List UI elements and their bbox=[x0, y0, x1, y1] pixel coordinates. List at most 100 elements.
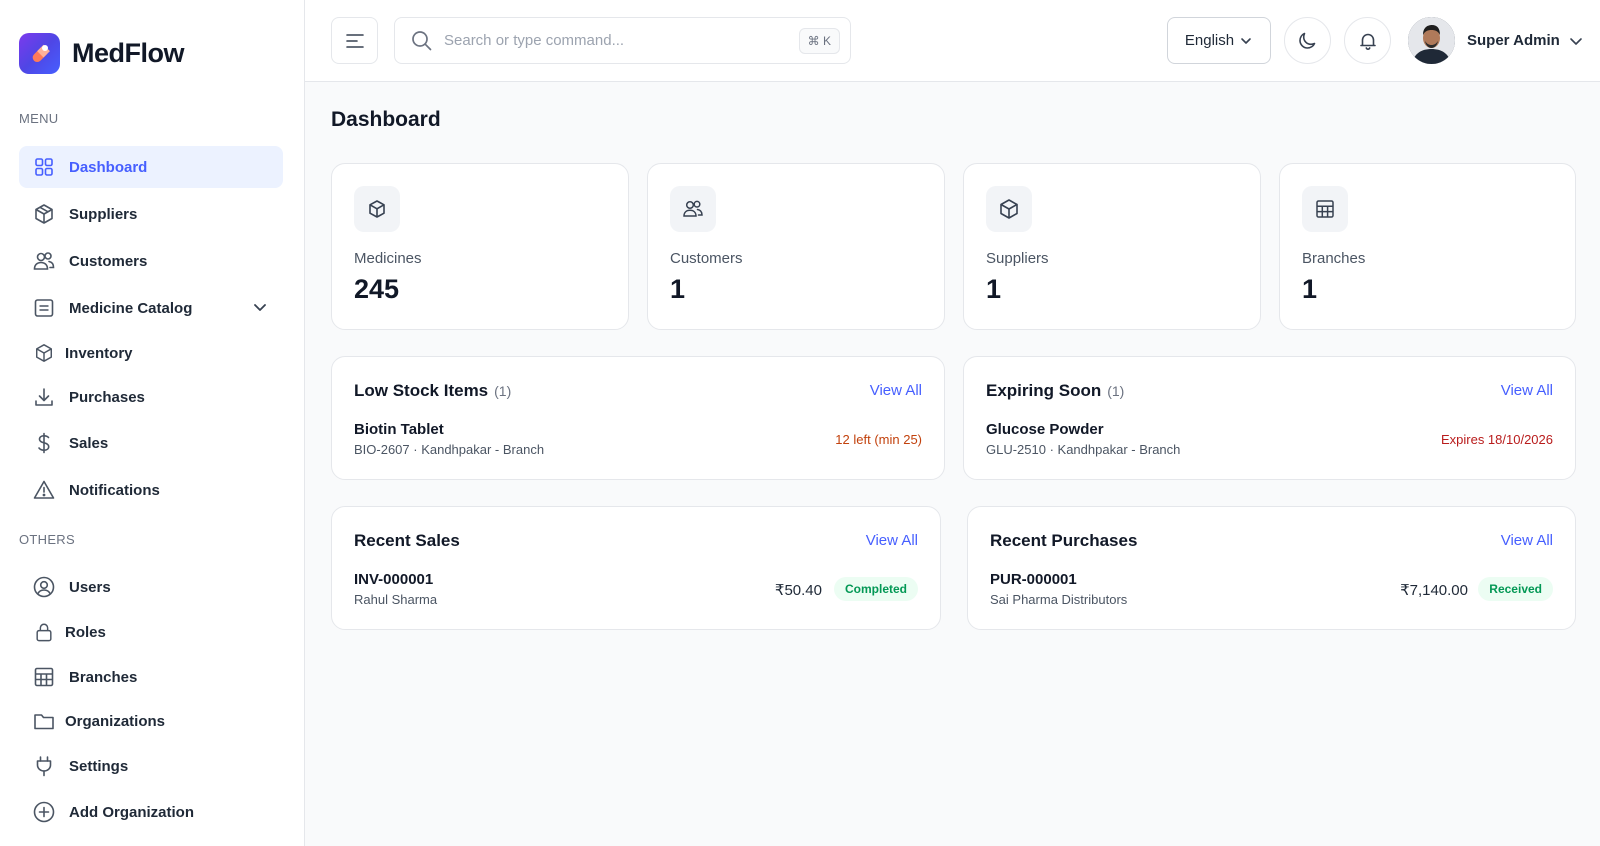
sidebar-item-inventory[interactable]: Inventory bbox=[19, 332, 283, 374]
notifications-button[interactable] bbox=[1344, 17, 1391, 64]
brand[interactable]: MedFlow bbox=[19, 33, 185, 74]
lock-icon bbox=[33, 621, 55, 643]
sidebar-toggle-button[interactable] bbox=[331, 17, 378, 64]
expiring-item-meta: GLU-2510 · Kandhpakar - Branch bbox=[986, 442, 1181, 457]
users-icon bbox=[670, 186, 716, 232]
sidebar-item-dashboard[interactable]: Dashboard bbox=[19, 146, 283, 188]
plus-circle-icon bbox=[33, 801, 55, 823]
expiring-soon-panel: Expiring Soon (1) View All Glucose Powder… bbox=[963, 356, 1576, 480]
box-icon bbox=[33, 203, 55, 225]
sidebar-item-label: Users bbox=[69, 578, 111, 596]
status-badge: Received bbox=[1478, 577, 1553, 601]
theme-toggle-button[interactable] bbox=[1284, 17, 1331, 64]
sidebar-item-users[interactable]: Users bbox=[19, 566, 283, 608]
sidebar-item-label: Add Organization bbox=[69, 803, 194, 821]
search-bar[interactable]: ⌘ K bbox=[394, 17, 851, 64]
low-stock-item-name[interactable]: Biotin Tablet bbox=[354, 421, 444, 438]
user-name: Super Admin bbox=[1467, 32, 1560, 49]
low-stock-title: Low Stock Items bbox=[354, 381, 489, 400]
sidebar-item-customers[interactable]: Customers bbox=[19, 240, 283, 282]
box-icon bbox=[33, 342, 55, 364]
stat-card-customers[interactable]: Customers 1 bbox=[647, 163, 945, 330]
sidebar-item-settings[interactable]: Settings bbox=[19, 745, 283, 787]
sidebar-item-label: Dashboard bbox=[69, 158, 148, 176]
sidebar-item-label: Organizations bbox=[65, 712, 166, 730]
sidebar-item-organizations[interactable]: Organizations bbox=[19, 700, 283, 742]
menu-icon bbox=[345, 33, 364, 48]
sidebar-item-purchases[interactable]: Purchases bbox=[19, 376, 283, 418]
sidebar-item-label: Sales bbox=[69, 434, 109, 452]
expiring-count: (1) bbox=[1107, 383, 1125, 399]
stat-value: 245 bbox=[354, 274, 400, 304]
plug-icon bbox=[33, 755, 55, 777]
low-stock-item-meta: BIO-2607 · Kandhpakar - Branch bbox=[354, 442, 545, 457]
brand-name: MedFlow bbox=[72, 38, 185, 68]
expiring-view-all-link[interactable]: View All bbox=[1501, 382, 1553, 399]
sidebar-item-add-organization[interactable]: Add Organization bbox=[19, 791, 283, 833]
sale-amount: ₹50.40 bbox=[774, 582, 822, 599]
stat-value: 1 bbox=[986, 274, 1002, 304]
stat-card-medicines[interactable]: Medicines 245 bbox=[331, 163, 629, 330]
sale-invoice-number[interactable]: INV-000001 bbox=[354, 571, 433, 588]
top-header: ⌘ K English Super Admin bbox=[305, 0, 1600, 82]
cube-icon bbox=[354, 186, 400, 232]
purchase-invoice-number[interactable]: PUR-000001 bbox=[990, 571, 1077, 588]
sidebar-item-label: Medicine Catalog bbox=[69, 299, 193, 317]
purchase-supplier-name: Sai Pharma Distributors bbox=[990, 592, 1128, 607]
folder-icon bbox=[33, 710, 55, 732]
stat-value: 1 bbox=[1302, 274, 1318, 304]
stat-card-suppliers[interactable]: Suppliers 1 bbox=[963, 163, 1261, 330]
stat-label: Customers bbox=[670, 250, 743, 267]
table-icon bbox=[33, 666, 55, 688]
expiring-item-status: Expires 18/10/2026 bbox=[1440, 432, 1553, 447]
expiring-item-name[interactable]: Glucose Powder bbox=[986, 421, 1104, 438]
sidebar-item-label: Purchases bbox=[69, 388, 145, 406]
grid-icon bbox=[33, 156, 55, 178]
low-stock-count: (1) bbox=[494, 383, 512, 399]
moon-icon bbox=[1298, 31, 1318, 51]
sidebar-item-roles[interactable]: Roles bbox=[19, 611, 283, 653]
others-section-label: OTHERS bbox=[19, 532, 75, 547]
chevron-down-icon bbox=[1569, 37, 1582, 45]
status-badge: Completed bbox=[833, 577, 918, 601]
sidebar-item-notifications[interactable]: Notifications bbox=[19, 469, 283, 511]
language-label: English bbox=[1184, 32, 1235, 49]
sidebar-item-label: Inventory bbox=[65, 344, 133, 362]
stat-label: Suppliers bbox=[986, 250, 1049, 267]
sidebar: MedFlow MENU Dashboard Suppliers Custome… bbox=[0, 0, 305, 846]
sidebar-item-label: Notifications bbox=[69, 481, 160, 499]
panel-title: Low Stock Items (1) bbox=[354, 381, 511, 401]
recent-sales-title: Recent Sales bbox=[354, 531, 460, 550]
brand-logo-icon bbox=[19, 33, 60, 74]
low-stock-item-status: 12 left (min 25) bbox=[835, 432, 922, 447]
recent-sales-panel: Recent Sales View All INV-000001 Rahul S… bbox=[331, 506, 941, 630]
sidebar-item-sales[interactable]: Sales bbox=[19, 422, 283, 464]
sidebar-item-suppliers[interactable]: Suppliers bbox=[19, 193, 283, 235]
search-input[interactable] bbox=[444, 32, 784, 49]
sidebar-item-label: Suppliers bbox=[69, 205, 138, 223]
user-circle-icon bbox=[33, 576, 55, 598]
search-icon bbox=[411, 30, 432, 51]
sidebar-item-label: Settings bbox=[69, 757, 129, 775]
low-stock-panel: Low Stock Items (1) View All Biotin Table… bbox=[331, 356, 945, 480]
language-select[interactable]: English bbox=[1167, 17, 1271, 64]
search-shortcut-badge: ⌘ K bbox=[798, 28, 840, 54]
chevron-down-icon bbox=[1234, 34, 1253, 48]
stat-card-branches[interactable]: Branches 1 bbox=[1279, 163, 1576, 330]
download-icon bbox=[33, 386, 55, 408]
user-menu[interactable]: Super Admin bbox=[1408, 17, 1584, 64]
recent-purchases-title: Recent Purchases bbox=[990, 531, 1138, 550]
avatar bbox=[1408, 17, 1455, 64]
cube-icon bbox=[986, 186, 1032, 232]
chevron-down-icon bbox=[251, 298, 269, 316]
sidebar-item-branches[interactable]: Branches bbox=[19, 656, 283, 698]
sidebar-item-label: Customers bbox=[69, 252, 148, 270]
panel-title: Expiring Soon (1) bbox=[986, 381, 1124, 401]
recent-purchases-panel: Recent Purchases View All PUR-000001 Sai… bbox=[967, 506, 1576, 630]
low-stock-view-all-link[interactable]: View All bbox=[870, 382, 922, 399]
recent-purchases-view-all-link[interactable]: View All bbox=[1501, 532, 1553, 549]
purchase-amount: ₹7,140.00 bbox=[1400, 582, 1468, 599]
stat-label: Medicines bbox=[354, 250, 422, 267]
sidebar-item-medicine-catalog[interactable]: Medicine Catalog bbox=[19, 287, 283, 329]
recent-sales-view-all-link[interactable]: View All bbox=[866, 532, 918, 549]
